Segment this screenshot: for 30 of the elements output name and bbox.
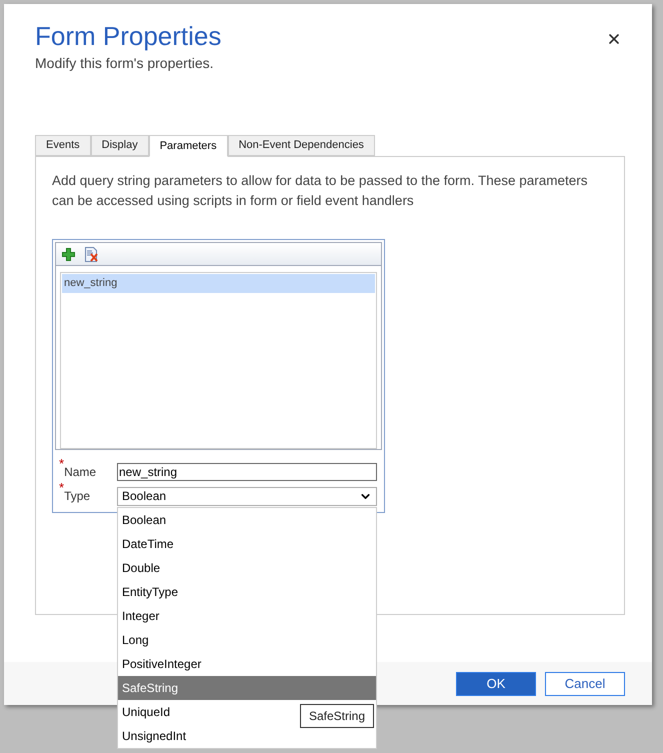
- dropdown-option[interactable]: PositiveInteger: [122, 654, 202, 672]
- description-text: Add query string parameters to allow for data to be passed to the form. These parameters can be accessed using scripts in form or field event handlers: [52, 172, 589, 210]
- dropdown-option[interactable]: DateTime: [122, 534, 174, 552]
- dropdown-option[interactable]: EntityType: [122, 582, 178, 600]
- close-icon: [606, 31, 622, 47]
- dropdown-option[interactable]: UniqueId: [122, 702, 170, 720]
- required-mark: *: [59, 481, 64, 494]
- type-dropdown[interactable]: Boolean: [117, 486, 377, 506]
- tab[interactable]: Non-Event Dependencies: [228, 135, 375, 156]
- tooltip: SafeString: [300, 704, 374, 728]
- list-item[interactable]: new_string: [62, 274, 375, 293]
- dialog-subtitle: Modify this form's properties.: [35, 54, 215, 73]
- add-icon[interactable]: [62, 248, 75, 260]
- tab[interactable]: Events: [35, 135, 91, 156]
- tab[interactable]: Display: [90, 135, 149, 156]
- required-mark: *: [59, 457, 64, 470]
- field-label: Name: [64, 464, 96, 481]
- dropdown-option[interactable]: SafeString: [122, 678, 178, 696]
- dropdown-option[interactable]: Double: [122, 558, 160, 576]
- dropdown-option[interactable]: Long: [122, 630, 149, 648]
- tab[interactable]: Parameters: [148, 135, 228, 157]
- dropdown-option[interactable]: UnsignedInt: [122, 726, 186, 744]
- delete-document-icon[interactable]: [84, 246, 99, 262]
- name-field[interactable]: new_string: [117, 463, 377, 481]
- ok-button[interactable]: OK: [456, 672, 536, 696]
- cancel-button[interactable]: Cancel: [545, 672, 625, 696]
- dropdown-option[interactable]: Integer: [122, 606, 160, 624]
- dropdown-option[interactable]: Boolean: [122, 510, 166, 528]
- dialog-title: Form Properties: [35, 20, 222, 52]
- field-label: Type: [64, 488, 90, 505]
